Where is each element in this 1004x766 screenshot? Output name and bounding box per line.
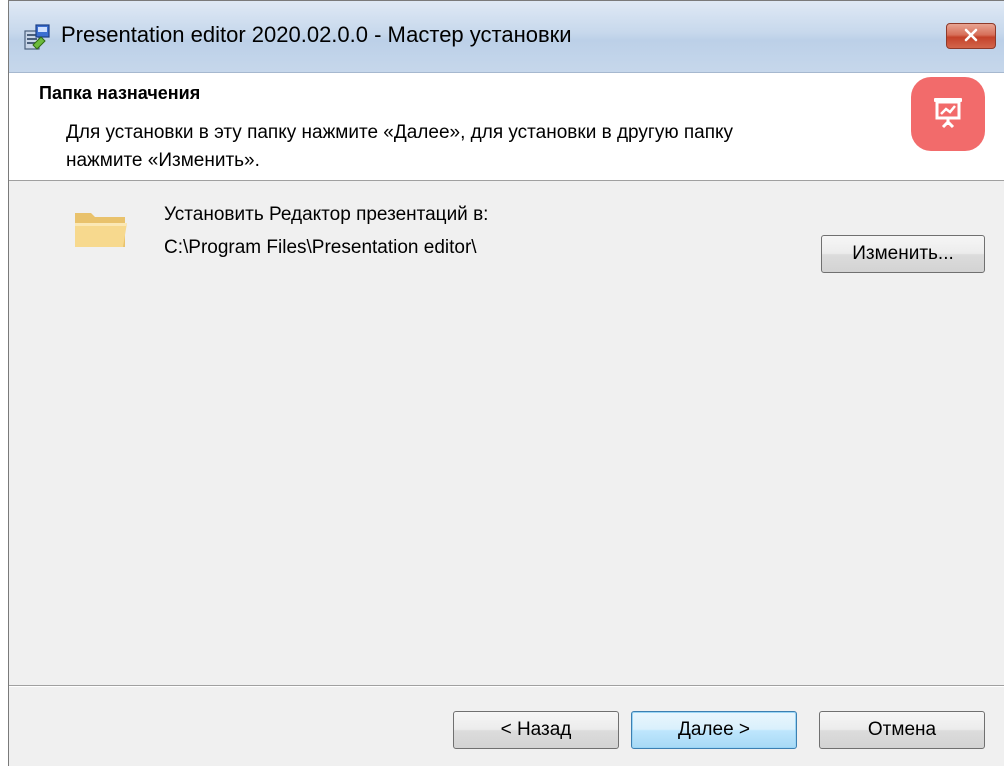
header-panel: Папка назначения Для установки в эту пап… bbox=[9, 73, 1004, 181]
install-path: C:\Program Files\Presentation editor\ bbox=[164, 237, 477, 258]
presentation-icon bbox=[928, 92, 968, 137]
folder-icon bbox=[73, 207, 129, 251]
close-icon bbox=[963, 28, 979, 45]
cancel-button[interactable]: Отмена bbox=[819, 711, 985, 749]
next-button[interactable]: Далее > bbox=[631, 711, 797, 749]
window-title: Presentation editor 2020.02.0.0 - Мастер… bbox=[61, 22, 572, 47]
title-bar[interactable]: Presentation editor 2020.02.0.0 - Мастер… bbox=[9, 1, 1004, 73]
page-title: Папка назначения bbox=[39, 83, 201, 103]
close-button[interactable] bbox=[946, 23, 996, 49]
page-description: Для установки в эту папку нажмите «Далее… bbox=[66, 122, 734, 171]
change-button[interactable]: Изменить... bbox=[821, 235, 985, 273]
app-logo bbox=[911, 77, 985, 151]
installer-icon bbox=[23, 23, 51, 51]
install-label: Установить Редактор презентаций в: bbox=[164, 204, 489, 225]
installer-window: Presentation editor 2020.02.0.0 - Мастер… bbox=[8, 0, 1004, 766]
footer-divider bbox=[9, 685, 1004, 687]
back-button[interactable]: < Назад bbox=[453, 711, 619, 749]
